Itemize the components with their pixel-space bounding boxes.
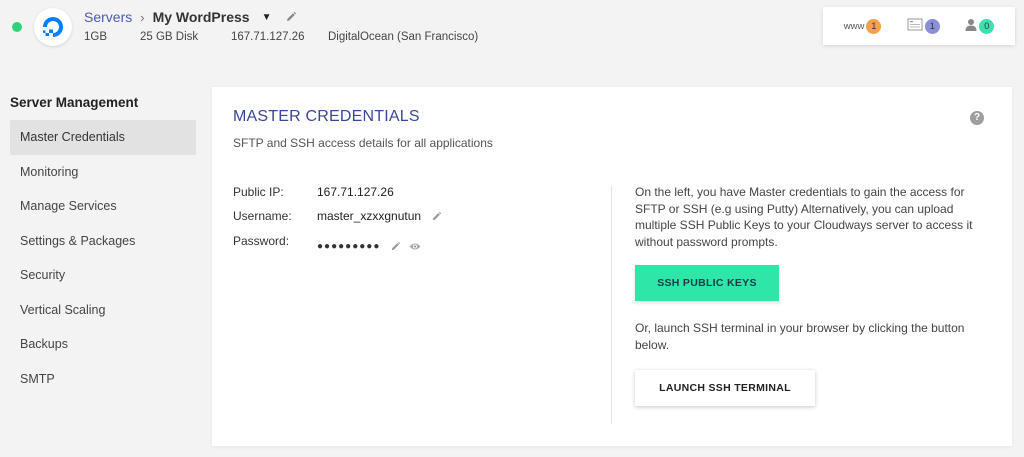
password-row: Password: [233,234,317,248]
help-icon[interactable]: ? [970,111,984,125]
pencil-icon[interactable] [285,11,297,23]
page-title: MASTER CREDENTIALS [233,108,420,125]
sidebar-heading: Server Management [10,95,139,110]
public-ip-row: Public IP: 167.71.127.26 [233,185,394,199]
sidebar-item-master-credentials[interactable]: Master Credentials [10,120,196,155]
edit-password-pencil-icon[interactable] [390,241,401,252]
sidebar-item-security[interactable]: Security [10,258,196,293]
sidebar-item-backups[interactable]: Backups [10,327,196,362]
sidebar-item-settings-packages[interactable]: Settings & Packages [10,224,196,259]
user-icon [965,18,977,34]
eye-icon[interactable] [409,242,421,251]
sidebar-item-monitoring[interactable]: Monitoring [10,155,196,190]
www-label: www [843,20,865,32]
caret-down-icon[interactable]: ▼ [262,12,272,23]
sidebar-item-manage-services[interactable]: Manage Services [10,189,196,224]
page-subtitle: SFTP and SSH access details for all appl… [233,136,493,150]
applications-count-badge: 1 [866,18,882,34]
file-icon [907,18,923,34]
breadcrumb: Servers › My WordPress ▼ [84,9,297,25]
username-value: master_xzxxgnutun [317,209,422,223]
top-bar: Servers › My WordPress ▼ 1GB 25 GB Disk … [0,0,1024,56]
server-status-dot [12,22,22,32]
server-name: My WordPress [152,9,250,25]
breadcrumb-servers-link[interactable]: Servers [84,9,132,25]
username-label: Username: [233,209,292,223]
digitalocean-logo-icon [34,8,72,46]
ssh-info-text: On the left, you have Master credentials… [635,185,973,249]
server-provider: DigitalOcean (San Francisco) [328,31,479,43]
sidebar: Server Management Master Credentials Mon… [10,95,196,396]
password-value-row: ●●●●●●●●● [317,241,421,252]
server-ip: 167.71.127.26 [231,31,305,43]
edit-username-pencil-icon[interactable] [431,211,442,222]
stat-users[interactable]: 0 [965,18,995,34]
ssh-public-keys-button[interactable]: SSH PUBLIC KEYS [635,265,779,301]
breadcrumb-separator: › [140,9,145,25]
public-ip-label: Public IP: [233,185,284,199]
password-label: Password: [233,234,290,248]
files-count-badge: 1 [924,18,940,34]
terminal-info-text: Or, launch SSH terminal in your browser … [635,321,965,352]
public-ip-value: 167.71.127.26 [317,185,394,199]
stat-applications[interactable]: www 1 [843,18,882,34]
stat-files[interactable]: 1 [907,18,940,34]
launch-ssh-terminal-button[interactable]: LAUNCH SSH TERMINAL [635,370,815,406]
server-disk: 25 GB Disk [140,31,199,43]
password-masked-value: ●●●●●●●●● [317,241,381,252]
server-ram: 1GB [84,31,108,43]
server-stats-box: www 1 1 0 [823,7,1015,45]
sidebar-item-smtp[interactable]: SMTP [10,362,196,397]
users-count-badge: 0 [979,18,995,34]
sidebar-item-vertical-scaling[interactable]: Vertical Scaling [10,293,196,328]
vertical-divider [611,186,612,424]
master-credentials-card: MASTER CREDENTIALS SFTP and SSH access d… [212,87,1012,446]
username-row: Username: master_xzxxgnutun [233,209,442,223]
